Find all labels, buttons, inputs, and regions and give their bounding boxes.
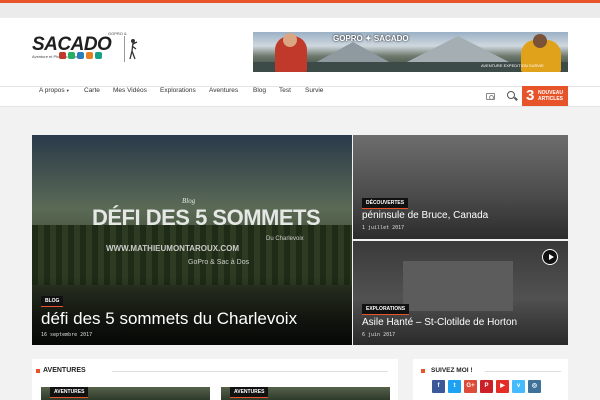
watermark-url: WWW.MATHIEUMONTAROUX.COM (106, 244, 240, 253)
card-title[interactable]: péninsule de Bruce, Canada (362, 210, 488, 221)
new-articles-badge[interactable]: 3 NOUVEAU ARTICLES (522, 86, 568, 106)
category-badge[interactable]: DÉCOUVERTES (362, 198, 409, 209)
banner-person-right-head (533, 34, 547, 48)
watermark-brand: GoPro & Sac à Dos (188, 259, 250, 266)
featured-main-card[interactable]: Blog DÉFI DES 5 SOMMETS Du Charlevoix WW… (32, 135, 352, 345)
watermark-region: Du Charlevoix (266, 236, 304, 242)
section-rule (112, 371, 388, 372)
pinterest-icon[interactable]: P (480, 380, 493, 393)
logo-icon-3 (77, 52, 84, 59)
nav-item-aventures[interactable]: Aventures (209, 87, 238, 106)
category-badge[interactable]: AVENTURES (230, 387, 269, 398)
category-badge[interactable]: AVENTURES (50, 387, 89, 398)
googleplus-icon[interactable]: G+ (464, 380, 477, 393)
aventures-section: AVENTURES AVENTURES AVENTURES (32, 359, 398, 400)
nav-item-survie[interactable]: Survie (305, 87, 323, 106)
header-banner[interactable]: GOPRO ✦ SACADO AVENTURE EXPEDITION SURVI… (253, 32, 568, 72)
camera-icon[interactable] (486, 93, 495, 100)
section-marker (36, 369, 40, 373)
social-links: f t G+ P ▶ v ◎ (432, 380, 541, 393)
new-articles-count: 3 (526, 87, 535, 104)
category-badge[interactable]: EXPLORATIONS (362, 304, 410, 315)
logo-icon-2 (68, 52, 75, 59)
nav-item-mes-videos[interactable]: Mes Vidéos (113, 87, 147, 106)
main-nav: A propos ▾ Carte Mes Vidéos Explorations … (0, 86, 600, 107)
vimeo-icon[interactable]: v (512, 380, 525, 393)
search-icon[interactable] (507, 91, 515, 99)
nav-item-test[interactable]: Test (279, 87, 291, 106)
social-section: SUIVEZ MOI ! f t G+ P ▶ v ◎ (413, 359, 568, 400)
banner-person-left-head (283, 33, 297, 47)
twitter-icon[interactable]: t (448, 380, 461, 393)
instagram-icon[interactable]: ◎ (528, 380, 541, 393)
section-marker (421, 369, 425, 373)
nav-item-label: A propos (39, 87, 65, 94)
card-title[interactable]: défi des 5 sommets du Charlevoix (41, 309, 297, 329)
section-title: SUIVEZ MOI ! (431, 367, 473, 374)
facebook-icon[interactable]: f (432, 380, 445, 393)
card-date: 1 juillet 2017 (362, 225, 405, 231)
watermark-headline: DÉFI DES 5 SOMMETS (92, 205, 321, 230)
section-rule (485, 371, 561, 372)
logo-icon-4 (86, 52, 93, 59)
category-badge[interactable]: BLOG (41, 296, 64, 307)
logo-divider (124, 36, 125, 62)
logo-icon-5 (95, 52, 102, 59)
card-image-building (403, 261, 513, 311)
card-title[interactable]: Asile Hanté – St-Clotilde de Horton (362, 317, 517, 328)
featured-side-card[interactable]: EXPLORATIONS Asile Hanté – St-Clotilde d… (353, 241, 568, 345)
featured-side-card[interactable]: DÉCOUVERTES péninsule de Bruce, Canada 1… (353, 135, 568, 239)
top-bar (0, 3, 600, 18)
logo-activity-icons (59, 52, 102, 59)
chevron-down-icon: ▾ (66, 88, 69, 93)
site-header: SACADO GOPRO & Aventure et Photographie … (0, 18, 600, 86)
banner-mountain (403, 36, 513, 64)
nav-item-blog[interactable]: Blog (253, 87, 266, 106)
site-logo[interactable]: SACADO GOPRO & Aventure et Photographie (32, 31, 142, 76)
hiker-icon (129, 39, 138, 60)
watermark-blog: Blog (182, 197, 196, 205)
youtube-icon[interactable]: ▶ (496, 380, 509, 393)
nav-item-explorations[interactable]: Explorations (160, 87, 196, 106)
aventures-card[interactable]: AVENTURES (221, 387, 390, 400)
logo-icon-1 (59, 52, 66, 59)
card-date: 16 septembre 2017 (41, 332, 93, 338)
aventures-card[interactable]: AVENTURES (41, 387, 210, 400)
nav-item-carte[interactable]: Carte (84, 87, 100, 106)
new-articles-label: NOUVEAU ARTICLES (538, 90, 564, 102)
nav-item-a-propos[interactable]: A propos ▾ (39, 87, 69, 106)
card-date: 6 juin 2017 (362, 332, 396, 338)
banner-mountain (313, 42, 393, 64)
banner-subtext: AVENTURE EXPEDITION SURVIE (481, 63, 544, 68)
section-title: AVENTURES (43, 367, 86, 374)
banner-text: GOPRO ✦ SACADO (333, 34, 409, 43)
play-icon[interactable] (542, 249, 558, 265)
